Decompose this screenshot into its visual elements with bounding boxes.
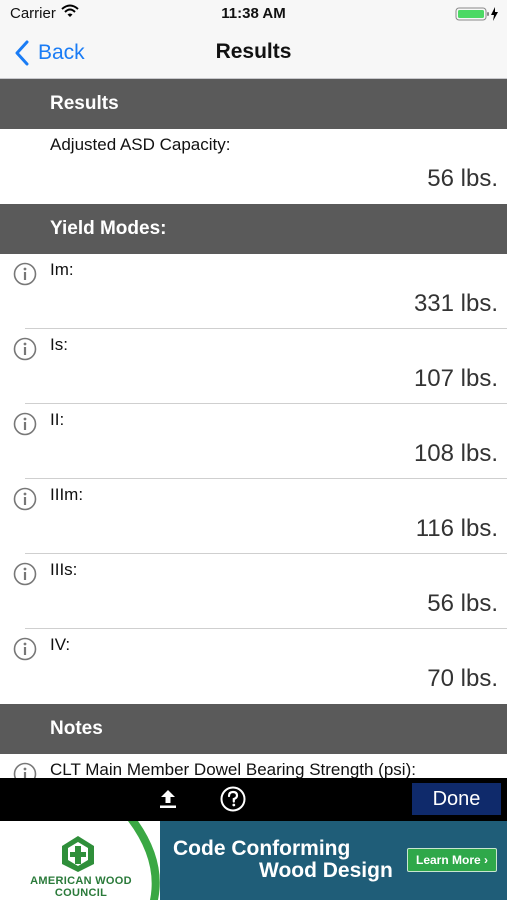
section-header-yield-modes: Yield Modes: [0, 204, 507, 254]
yield-mode-value: 56 lbs. [427, 590, 498, 617]
ad-banner[interactable]: AMERICAN WOOD COUNCIL Code Conforming Wo… [0, 821, 507, 900]
status-time: 11:38 AM [221, 5, 286, 22]
yield-mode-label: IIIm: [50, 485, 84, 504]
yield-mode-value: 116 lbs. [415, 515, 498, 542]
yield-mode-row-ii: II: 108 lbs. [0, 404, 507, 479]
capacity-label: Adjusted ASD Capacity: [50, 135, 231, 154]
yield-mode-value: 70 lbs. [427, 665, 498, 692]
share-upload-icon[interactable] [156, 787, 180, 811]
yield-mode-row-iiis: IIIs: 56 lbs. [0, 554, 507, 629]
section-header-results: Results [0, 79, 507, 129]
yield-mode-label: Is: [50, 335, 68, 354]
note-label: CLT Main Member Dowel Bearing Strength (… [50, 760, 416, 778]
info-icon[interactable] [13, 637, 37, 661]
yield-mode-label: II: [50, 410, 65, 429]
info-icon[interactable] [13, 562, 37, 586]
info-icon[interactable] [13, 762, 37, 778]
navigation-bar: Back Results [0, 28, 507, 79]
yield-mode-label: IV: [50, 635, 71, 654]
capacity-row: Adjusted ASD Capacity: 56 lbs. [0, 129, 507, 204]
help-icon[interactable] [220, 786, 246, 812]
page-title: Results [215, 40, 292, 63]
capacity-value: 56 lbs. [427, 165, 498, 192]
yield-mode-row-is: Is: 107 lbs. [0, 329, 507, 404]
yield-mode-value: 331 lbs. [413, 290, 498, 317]
info-icon[interactable] [13, 337, 37, 361]
info-icon[interactable] [13, 487, 37, 511]
american-wood-council-logo-icon [62, 836, 94, 872]
info-icon[interactable] [13, 262, 37, 286]
battery-icon [455, 7, 498, 21]
ad-headline-line2: Wood Design [259, 859, 393, 882]
results-scroll-view[interactable]: Results Adjusted ASD Capacity: 56 lbs. Y… [0, 79, 507, 778]
yield-mode-value: 108 lbs. [413, 440, 498, 467]
note-row: CLT Main Member Dowel Bearing Strength (… [0, 754, 507, 778]
yield-mode-row-im: Im: 331 lbs. [0, 254, 507, 329]
yield-mode-label: IIIs: [50, 560, 78, 579]
bottom-toolbar: Done [0, 778, 507, 821]
ad-org-name: AMERICAN WOOD COUNCIL [30, 875, 132, 899]
learn-more-button[interactable]: Learn More › [407, 848, 497, 872]
yield-mode-row-iiim: IIIm: 116 lbs. [0, 479, 507, 554]
yield-mode-row-iv: IV: 70 lbs. [0, 629, 507, 704]
info-icon[interactable] [13, 412, 37, 436]
ad-headline-line1: Code Conforming [173, 837, 351, 860]
yield-mode-value: 107 lbs. [413, 365, 498, 392]
yield-mode-label: Im: [50, 260, 74, 279]
done-button[interactable]: Done [412, 783, 501, 815]
section-header-notes: Notes [0, 704, 507, 754]
status-bar: Carrier 11:38 AM [0, 0, 507, 28]
